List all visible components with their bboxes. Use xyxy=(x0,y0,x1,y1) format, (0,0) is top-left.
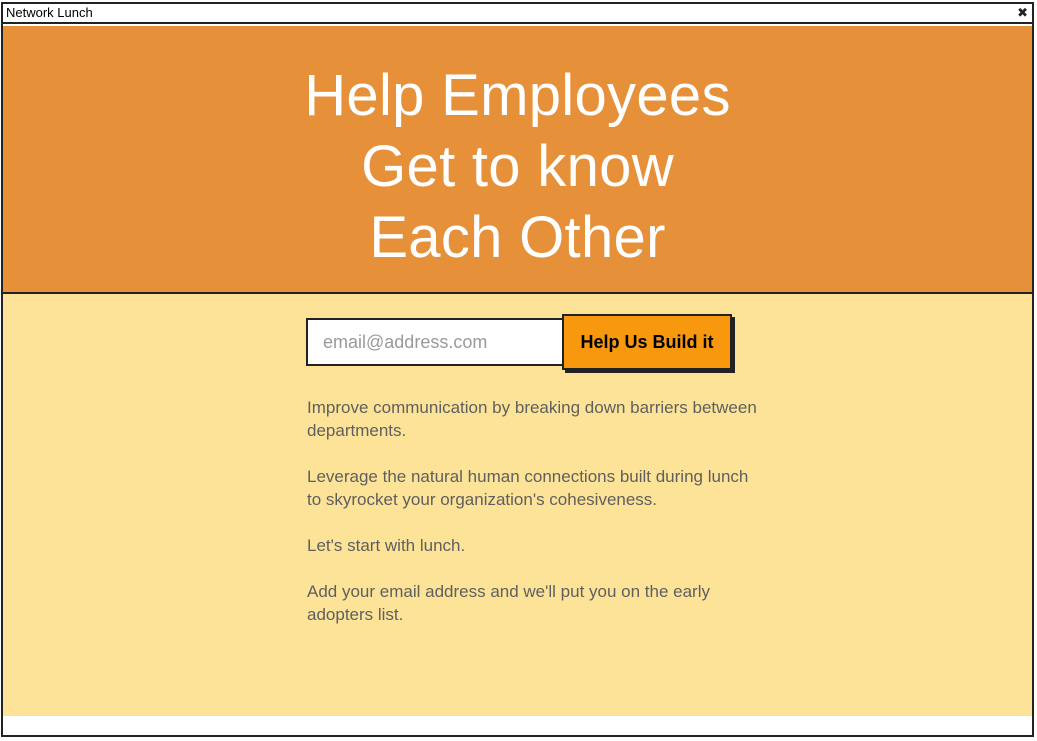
footer-bar xyxy=(3,716,1032,735)
window-title: Network Lunch xyxy=(6,5,93,20)
puzzle-icon[interactable]: ✖ xyxy=(1017,5,1028,21)
hero-line-1: Help Employees xyxy=(304,63,731,128)
paragraph-early-adopters: Add your email address and we'll put you… xyxy=(307,582,710,624)
help-us-build-button[interactable]: Help Us Build it xyxy=(562,314,732,370)
hero-headline: Help Employees Get to know Each Other xyxy=(3,26,1032,273)
hero-banner: Help Employees Get to know Each Other xyxy=(3,26,1032,294)
paragraph-communication: Improve communication by breaking down b… xyxy=(307,398,757,440)
hero-line-3: Each Other xyxy=(369,205,666,270)
email-input[interactable] xyxy=(306,318,566,366)
description-text: Improve communication by breaking down b… xyxy=(307,396,757,649)
hero-line-2: Get to know xyxy=(361,134,674,199)
signup-section: Help Us Build it Improve communication b… xyxy=(3,294,1032,718)
paragraph-lunch: Let's start with lunch. xyxy=(307,536,466,555)
title-bar: Network Lunch ✖ xyxy=(3,4,1032,24)
browser-window: Network Lunch ✖ Help Employees Get to kn… xyxy=(1,2,1034,737)
paragraph-leverage: Leverage the natural human connections b… xyxy=(307,467,749,509)
